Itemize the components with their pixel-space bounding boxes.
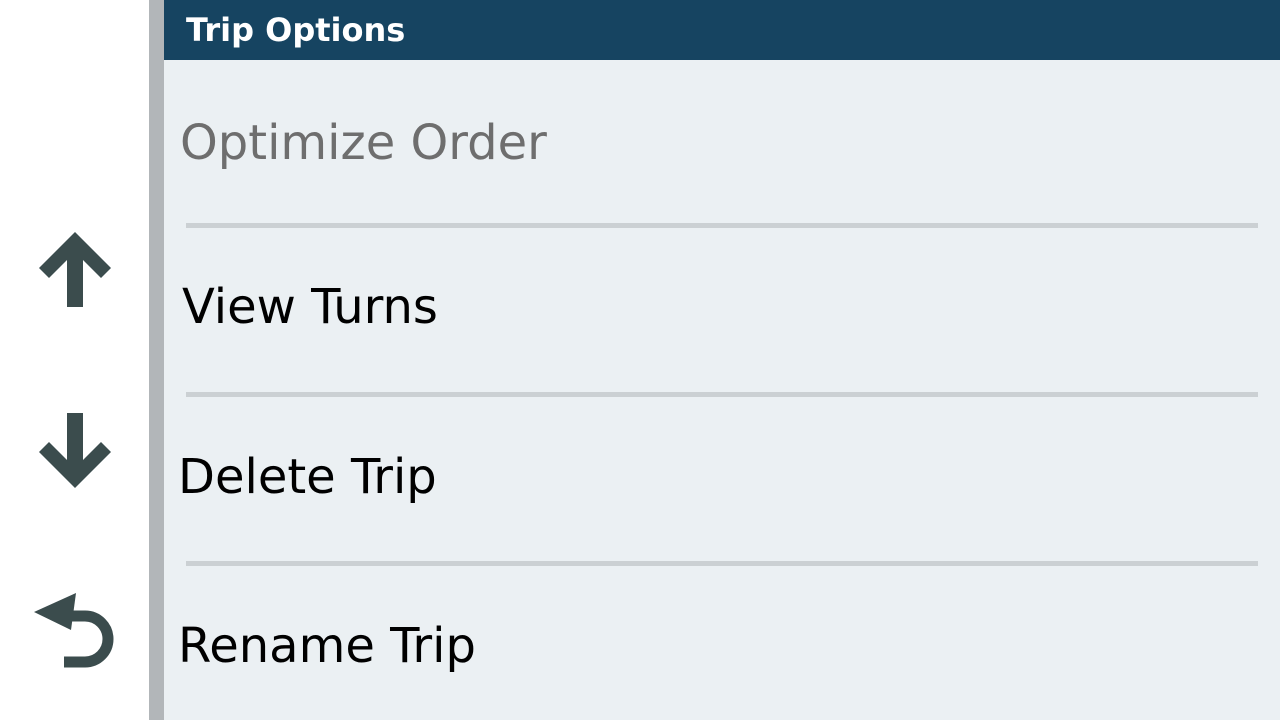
title-bar: Trip Options	[164, 0, 1280, 60]
back-button[interactable]	[0, 555, 149, 705]
menu-item-rename-trip[interactable]: Rename Trip	[164, 563, 1280, 720]
menu-item-delete-trip[interactable]: Delete Trip	[164, 394, 1280, 560]
trip-options-list: Optimize Order View Turns Delete Trip Re…	[164, 60, 1280, 720]
arrow-up-icon	[38, 232, 111, 307]
scroll-down-button[interactable]	[0, 375, 149, 525]
menu-item-label: Delete Trip	[178, 449, 437, 505]
menu-item-view-turns[interactable]: View Turns	[164, 224, 1280, 390]
menu-item-label: Optimize Order	[180, 115, 547, 171]
scroll-up-button[interactable]	[0, 195, 149, 345]
menu-item-optimize-order: Optimize Order	[164, 60, 1280, 226]
back-icon	[33, 593, 113, 668]
side-navigation	[0, 0, 149, 720]
trip-options-screen: Trip Options Optimize Order View Turns D…	[0, 0, 1280, 720]
side-divider	[149, 0, 164, 720]
menu-item-label: View Turns	[182, 279, 438, 335]
menu-item-label: Rename Trip	[178, 618, 476, 674]
arrow-down-icon	[38, 413, 111, 488]
page-title: Trip Options	[186, 11, 406, 49]
